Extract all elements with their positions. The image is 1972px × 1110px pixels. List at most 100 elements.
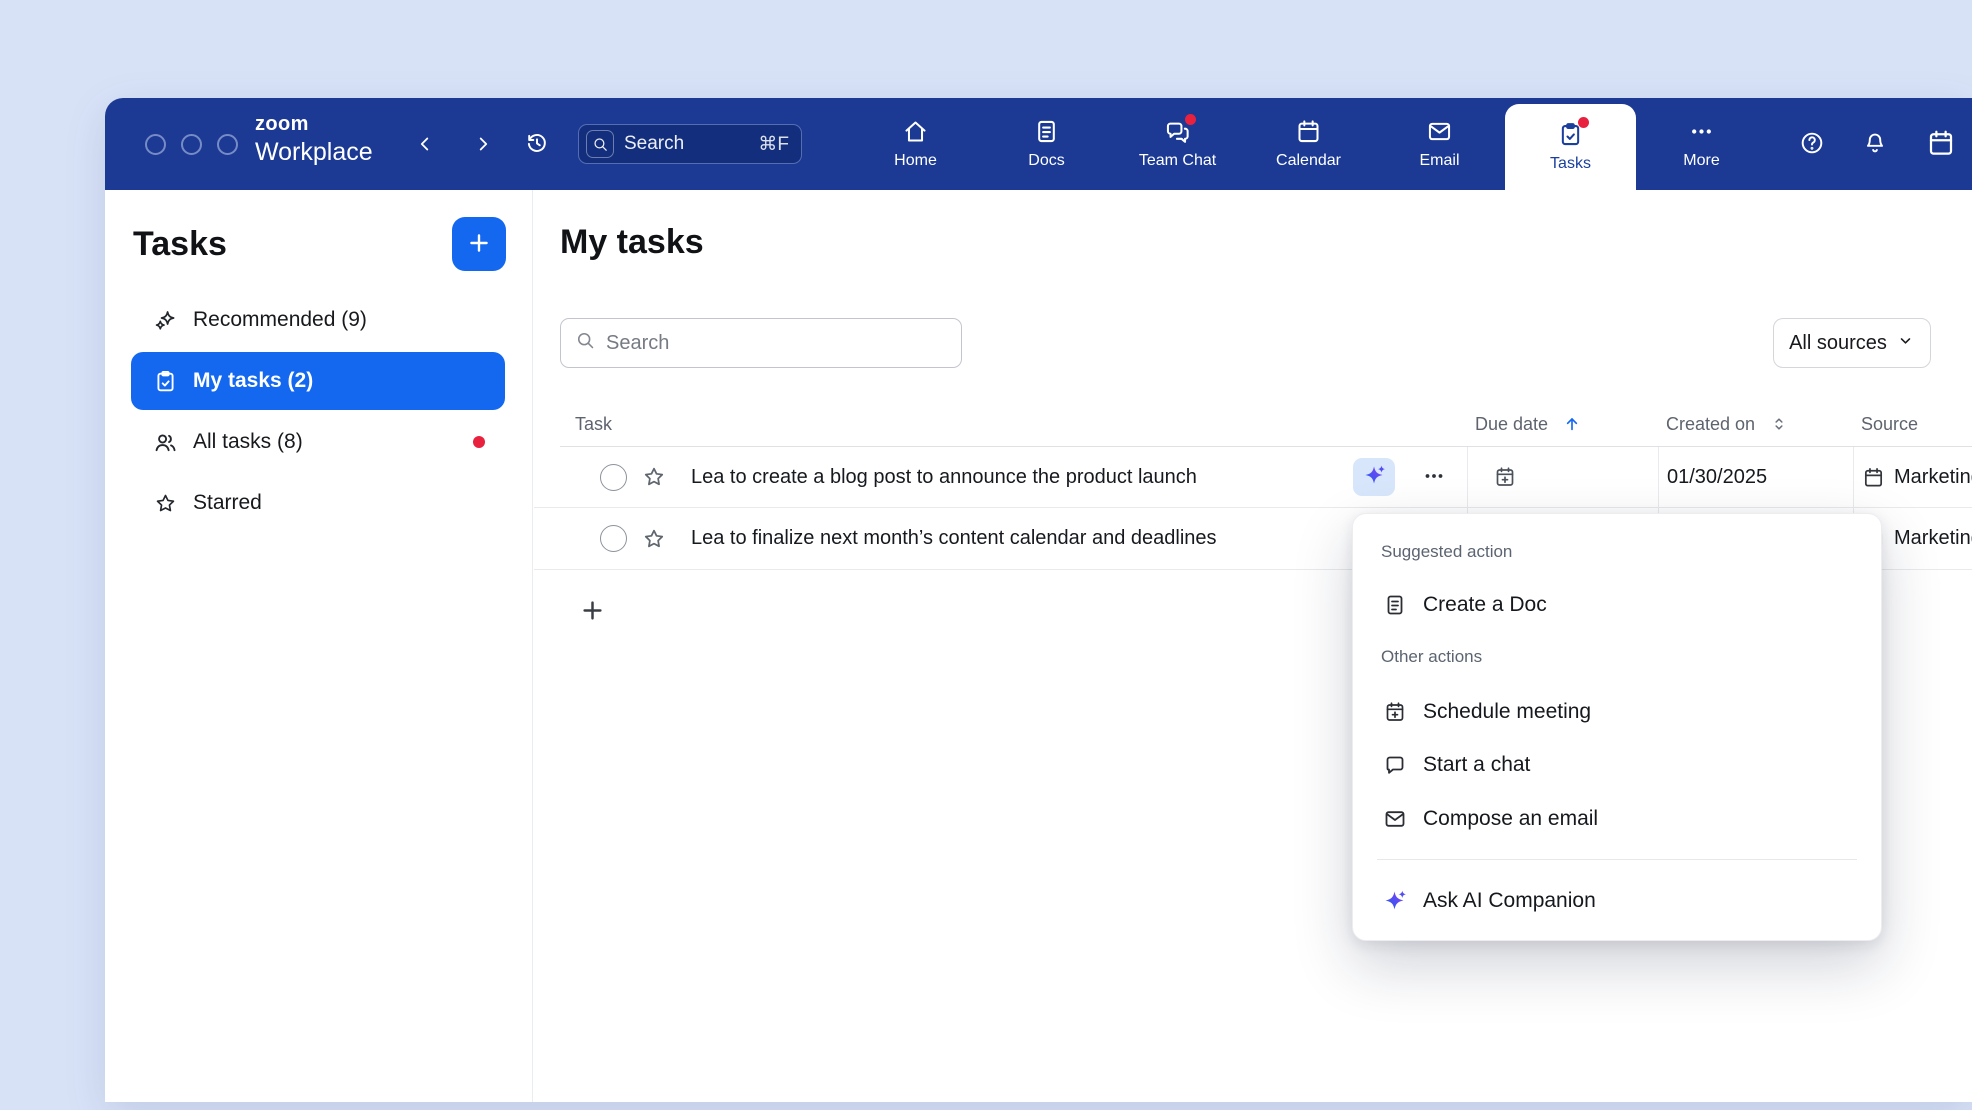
sidebar-item-all-tasks[interactable]: All tasks (8): [131, 413, 505, 471]
nav-item-team-chat[interactable]: Team Chat: [1112, 98, 1243, 190]
column-header-created-on[interactable]: Created on: [1658, 414, 1853, 435]
popup-divider: [1377, 859, 1857, 860]
popup-section-label: Suggested action: [1381, 542, 1512, 562]
menu-item-create-doc[interactable]: Create a Doc: [1363, 579, 1871, 631]
docs-icon: [1033, 118, 1060, 145]
app-logo: zoom Workplace: [255, 114, 373, 167]
sidebar-item-label: Starred: [193, 491, 262, 515]
mini-calendar-button[interactable]: [1921, 124, 1961, 164]
new-task-button[interactable]: [452, 217, 506, 271]
sidebar-title: Tasks: [133, 225, 227, 264]
menu-item-compose-email[interactable]: Compose an email: [1363, 793, 1871, 845]
clipboard-check-icon: [153, 369, 178, 394]
nav-item-home[interactable]: Home: [850, 98, 981, 190]
calendar-icon: [1926, 128, 1956, 161]
due-date-cell[interactable]: [1467, 447, 1658, 507]
chevron-down-icon: [1896, 331, 1915, 356]
complete-task-checkbox[interactable]: [600, 525, 627, 552]
search-icon: [586, 130, 614, 158]
primary-navigation: Home Docs Team Chat Calendar Email: [850, 98, 1767, 190]
table-row[interactable]: Lea to create a blog post to announce th…: [534, 447, 1972, 508]
team-chat-icon: [1164, 118, 1191, 145]
window-controls[interactable]: [145, 134, 238, 155]
complete-task-checkbox[interactable]: [600, 464, 627, 491]
global-search-placeholder: Search: [624, 133, 684, 155]
tasks-sidebar: Tasks Recommended (9) My tasks (2) All t…: [105, 190, 533, 1102]
notification-dot: [1578, 117, 1589, 128]
popup-section-label: Other actions: [1381, 647, 1482, 667]
email-icon: [1383, 807, 1407, 831]
menu-item-label: Ask AI Companion: [1423, 889, 1596, 913]
task-search-field[interactable]: [560, 318, 962, 368]
plus-icon: [466, 230, 492, 259]
users-icon: [153, 430, 178, 455]
task-title: Lea to create a blog post to announce th…: [691, 466, 1197, 489]
search-shortcut: ⌘F: [758, 133, 789, 156]
window-close-button[interactable]: [145, 134, 166, 155]
search-icon: [575, 330, 596, 356]
menu-item-label: Schedule meeting: [1423, 700, 1591, 724]
nav-label: Email: [1419, 152, 1459, 170]
sort-ascending-icon[interactable]: [1562, 414, 1582, 434]
menu-item-label: Compose an email: [1423, 807, 1598, 831]
email-icon: [1426, 118, 1453, 145]
window-zoom-button[interactable]: [217, 134, 238, 155]
nav-item-more[interactable]: More: [1636, 98, 1767, 190]
menu-item-label: Create a Doc: [1423, 593, 1547, 617]
nav-item-calendar[interactable]: Calendar: [1243, 98, 1374, 190]
nav-label: Calendar: [1276, 152, 1341, 170]
nav-label: Docs: [1028, 152, 1064, 170]
calendar-icon: [1862, 466, 1885, 489]
menu-item-ask-ai-companion[interactable]: Ask AI Companion: [1363, 875, 1871, 927]
star-icon[interactable]: [641, 464, 667, 490]
sidebar-item-label: My tasks (2): [193, 369, 313, 393]
doc-icon: [1383, 593, 1407, 617]
history-button[interactable]: [517, 124, 557, 164]
sidebar-item-starred[interactable]: Starred: [131, 474, 505, 532]
sidebar-item-label: Recommended (9): [193, 308, 367, 332]
row-more-button[interactable]: [1421, 464, 1447, 490]
task-cell: Lea to create a blog post to announce th…: [534, 447, 1467, 507]
nav-item-docs[interactable]: Docs: [981, 98, 1112, 190]
menu-item-label: Start a chat: [1423, 753, 1530, 777]
sidebar-header: Tasks: [133, 217, 506, 271]
help-button[interactable]: [1792, 124, 1832, 164]
table-header: Task Due date Created on Source: [560, 402, 1972, 447]
source-filter-label: All sources: [1789, 332, 1887, 355]
sidebar-item-recommended[interactable]: Recommended (9): [131, 291, 505, 349]
home-icon: [902, 118, 929, 145]
ai-actions-popup: Suggested action Create a Doc Other acti…: [1352, 513, 1882, 941]
forward-button[interactable]: [463, 124, 503, 164]
logo-zoom-text: zoom: [255, 114, 373, 134]
nav-label: Team Chat: [1139, 152, 1216, 170]
ellipsis-icon: [1422, 464, 1446, 491]
global-search[interactable]: Search ⌘F: [578, 124, 802, 164]
nav-label: Tasks: [1550, 155, 1591, 173]
back-button[interactable]: [405, 124, 445, 164]
task-search-input[interactable]: [606, 332, 947, 355]
menu-item-start-chat[interactable]: Start a chat: [1363, 739, 1871, 791]
source-filter-dropdown[interactable]: All sources: [1773, 318, 1931, 368]
sort-both-icon[interactable]: [1769, 414, 1789, 434]
ai-companion-button[interactable]: [1353, 458, 1395, 496]
topbar: zoom Workplace Search ⌘F: [105, 98, 1972, 190]
calendar-icon: [1295, 118, 1322, 145]
star-icon: [153, 491, 178, 516]
star-icon[interactable]: [641, 526, 667, 552]
nav-label: More: [1683, 152, 1719, 170]
window-minimize-button[interactable]: [181, 134, 202, 155]
page-title: My tasks: [560, 223, 704, 262]
column-header-due-date[interactable]: Due date: [1467, 414, 1658, 435]
calendar-add-icon: [1493, 465, 1517, 489]
menu-item-schedule-meeting[interactable]: Schedule meeting: [1363, 686, 1871, 738]
created-on-cell: 01/30/2025: [1658, 447, 1853, 507]
task-title: Lea to finalize next month’s content cal…: [691, 527, 1217, 550]
add-task-button[interactable]: [572, 592, 612, 632]
more-icon: [1688, 118, 1715, 145]
sidebar-item-my-tasks[interactable]: My tasks (2): [131, 352, 505, 410]
sparkles-icon: [153, 308, 178, 333]
nav-item-tasks[interactable]: Tasks: [1505, 104, 1636, 190]
nav-item-email[interactable]: Email: [1374, 98, 1505, 190]
notifications-button[interactable]: [1855, 124, 1895, 164]
source-cell: Marketing: [1853, 447, 1972, 507]
